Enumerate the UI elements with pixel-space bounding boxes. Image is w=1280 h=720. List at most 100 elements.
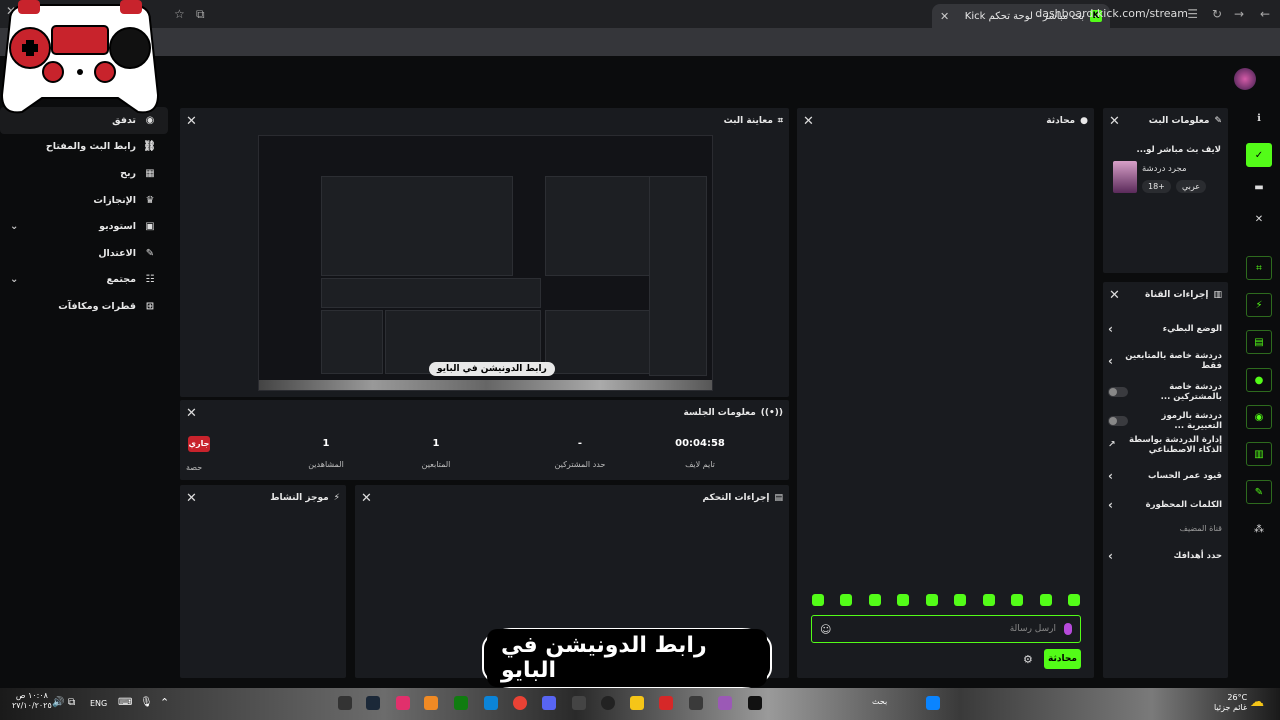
terminal-icon[interactable] (748, 696, 762, 710)
channel-action-label: الكلمات المحظورة (1145, 500, 1222, 510)
emote-icon[interactable] (982, 594, 995, 606)
channel-action-slow-mode[interactable]: الوضع البطيء › (1108, 322, 1222, 336)
close-icon[interactable]: ✕ (1246, 207, 1272, 231)
info-icon[interactable]: ℹ (1246, 106, 1272, 130)
taskbar-search[interactable]: بحث (872, 697, 887, 706)
forward-icon[interactable]: → (1234, 7, 1244, 21)
channel-action-subscribers-only[interactable]: دردشة خاصة بالمشتركين ... (1108, 382, 1222, 402)
emote-icon[interactable] (1011, 594, 1024, 606)
panel-title: معلومات الجلسة (683, 408, 756, 418)
chrome-icon[interactable] (513, 696, 527, 710)
close-panel-icon[interactable]: ✕ (1109, 114, 1120, 129)
bookmark-star-icon[interactable]: ☆ (174, 7, 185, 21)
emote-only-toggle[interactable] (1108, 416, 1128, 426)
microphone-icon[interactable] (1064, 623, 1072, 635)
close-panel-icon[interactable]: ✕ (186, 406, 197, 421)
app-icon[interactable] (338, 696, 352, 710)
sidebar-item-studio[interactable]: ▣ استوديو ⌄ (0, 213, 168, 240)
keyboard-icon[interactable]: ⌨ (118, 697, 132, 708)
edit-icon: ✎ (1214, 116, 1222, 126)
app-icon[interactable] (718, 696, 732, 710)
app-icon[interactable] (659, 696, 673, 710)
tag-badge: 18+ (1142, 180, 1171, 193)
tray-chevron-icon[interactable]: ⌃ (160, 696, 169, 709)
channel-actions-toggle-icon[interactable]: ▥ (1246, 442, 1272, 466)
back-icon[interactable]: ← (1260, 7, 1270, 21)
channel-action-goals[interactable]: حدد أهدافك › (1108, 549, 1222, 563)
emote-icon[interactable] (897, 594, 910, 606)
app-icon[interactable] (572, 696, 586, 710)
start-icon[interactable] (926, 696, 940, 710)
emote-icon[interactable] (840, 594, 853, 606)
chevron-down-icon[interactable]: ⌄ (10, 274, 18, 285)
sidebar-item-label: مجتمع (106, 274, 136, 286)
channel-action-ai-moderation[interactable]: إدارة الدردشة بواسطة الذكاء الاصطناعي ↗ (1108, 435, 1222, 455)
sidebar-item-achievements[interactable]: ♛ الإنجازات (0, 187, 168, 214)
obs-icon[interactable] (601, 696, 615, 710)
channel-action-account-age[interactable]: قيود عمر الحساب › (1108, 469, 1222, 483)
tiktok-icon[interactable] (396, 696, 410, 710)
send-chat-button[interactable]: محادثة (1044, 649, 1081, 669)
close-panel-icon[interactable]: ✕ (361, 491, 372, 506)
url-field[interactable]: dashboard.kick.com/stream (1035, 7, 1188, 20)
emote-icon[interactable] (925, 594, 938, 606)
category-thumbnail (1113, 161, 1137, 193)
file-explorer-icon[interactable] (630, 696, 644, 710)
site-info-icon[interactable]: ☰ (1187, 7, 1198, 21)
stat-label: المتابعين (421, 460, 451, 469)
overlay-caption: رابط الدونيشن في البايو (484, 629, 770, 687)
app-icon[interactable] (689, 696, 703, 710)
gear-icon[interactable]: ⚙ (1023, 653, 1033, 666)
close-panel-icon[interactable]: ✕ (186, 491, 197, 506)
channel-action-host[interactable]: قناة المضيف (1108, 524, 1222, 534)
xbox-icon[interactable] (454, 696, 468, 710)
widgets-icon[interactable]: ⁂ (1246, 517, 1272, 541)
emote-icon[interactable] (812, 594, 824, 606)
network-icon[interactable]: ⧉ (68, 697, 75, 708)
sidebar-item-monetize[interactable]: ▦ ربح (0, 160, 168, 187)
user-avatar[interactable] (1234, 68, 1256, 90)
channel-action-emote-only[interactable]: دردشة بالرموز التعبيرية ... (1108, 411, 1222, 431)
channel-action-followers-only[interactable]: دردشة خاصة بالمتابعين فقط › (1108, 351, 1222, 371)
reload-icon[interactable]: ↻ (1212, 7, 1222, 21)
weather-widget[interactable]: 26°C غائم جزئيا (1214, 693, 1247, 713)
chat-input[interactable]: ارسل رسالة ☺ (811, 615, 1081, 643)
close-panel-icon[interactable]: ✕ (1109, 288, 1120, 303)
edge-icon[interactable] (484, 696, 498, 710)
check-icon[interactable]: ✓ (1246, 143, 1272, 167)
taskbar-clock[interactable]: ١٠:٠٨ ص ٢٧/١٠/٢٠٢٥ (12, 691, 52, 711)
subscribers-only-toggle[interactable] (1108, 387, 1128, 397)
stream-preview-video[interactable]: رابط الدونيشن في البايو (258, 135, 713, 391)
stream-info-toggle-icon[interactable]: ✎ (1246, 480, 1272, 504)
sidebar-item-community[interactable]: ☷ مجتمع ⌄ (0, 267, 168, 294)
emote-icon[interactable] (1067, 594, 1080, 606)
preview-toggle-icon[interactable]: ⌗ (1246, 256, 1272, 280)
close-panel-icon[interactable]: ✕ (803, 114, 814, 129)
steam-icon[interactable] (366, 696, 380, 710)
stat-value: 1 (432, 438, 440, 449)
close-panel-icon[interactable]: ✕ (186, 114, 197, 129)
trophy-icon: ♛ (145, 194, 155, 206)
app-icon[interactable] (424, 696, 438, 710)
emoji-icon[interactable]: ☺ (820, 623, 831, 636)
moderation-toggle-icon[interactable]: ▤ (1246, 330, 1272, 354)
emote-icon[interactable] (868, 594, 881, 606)
discord-icon[interactable] (542, 696, 556, 710)
close-tab-icon[interactable]: ✕ (940, 10, 949, 23)
mic-tray-icon[interactable]: 🎙 (140, 697, 153, 708)
extensions-icon[interactable]: ⧉ (196, 7, 205, 22)
session-toggle-icon[interactable]: ◉ (1246, 405, 1272, 429)
emote-icon[interactable] (954, 594, 967, 606)
chat-toggle-icon[interactable]: ● (1246, 368, 1272, 392)
chevron-down-icon[interactable]: ⌄ (10, 221, 18, 232)
activity-toggle-icon[interactable]: ⚡ (1246, 293, 1272, 317)
volume-icon[interactable]: 🔊 (52, 697, 64, 708)
sidebar-item-drops[interactable]: ⊞ قطرات ومكافآت (0, 293, 168, 320)
layout-icon[interactable]: ▬ (1246, 175, 1272, 199)
language-indicator[interactable]: ENG (90, 699, 107, 708)
sidebar-item-stream-key[interactable]: ⛓ رابط البث والمفتاح (0, 134, 168, 161)
sidebar-item-moderation[interactable]: ✎ الاعتدال (0, 240, 168, 267)
sidebar: ◉ تدفق ⛓ رابط البث والمفتاح ▦ ربح ♛ الإنجازا… (0, 107, 168, 320)
channel-action-banned-words[interactable]: الكلمات المحظورة › (1108, 498, 1222, 512)
emote-icon[interactable] (1039, 594, 1052, 606)
